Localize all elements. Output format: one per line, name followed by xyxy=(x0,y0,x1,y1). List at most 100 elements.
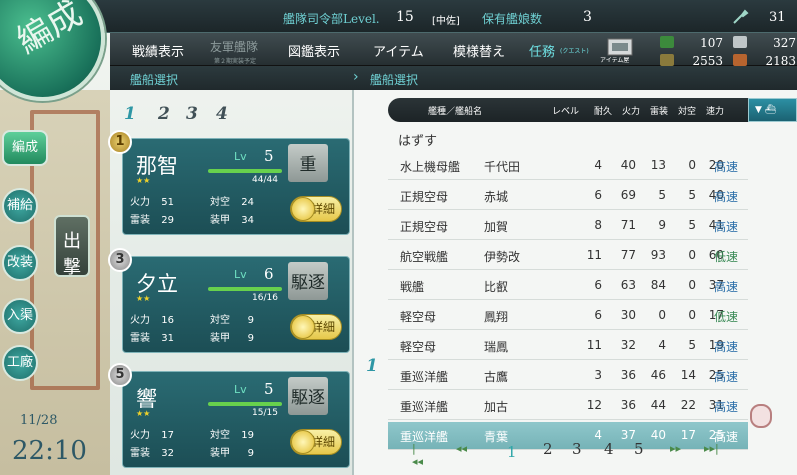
ship-speed: 高速 xyxy=(714,370,739,384)
ship-firepower: 84 xyxy=(650,278,666,292)
section-header: 艦船選択 › 艦船選択 xyxy=(110,66,797,90)
column-header-speed[interactable]: 速力 xyxy=(706,104,724,117)
tab-fleet-2[interactable]: 2 xyxy=(158,104,180,126)
level-value: 5 xyxy=(264,147,274,165)
ship-class-badge: 駆逐 xyxy=(288,377,328,415)
ship-name: 鳳翔 xyxy=(484,310,509,324)
sidebar-item-remodel[interactable]: 改装 xyxy=(2,245,38,281)
rarity-stars: ★★ xyxy=(136,409,151,418)
table-row[interactable]: 航空戦艦 伊勢改 11 77 93 0 60 低速 xyxy=(388,242,748,270)
level-label: Lv xyxy=(234,150,247,163)
ship-type: 戦艦 xyxy=(400,280,425,294)
ship-speed: 高速 xyxy=(714,160,739,174)
remove-ship-option[interactable]: はずす xyxy=(398,130,437,149)
lock-icon[interactable] xyxy=(750,404,772,428)
menu-items[interactable]: アイテム xyxy=(373,41,424,60)
stat-armor: 装甲 9 xyxy=(210,444,254,459)
detail-button[interactable]: 詳細 xyxy=(290,314,342,340)
ship-class-badge: 重 xyxy=(288,144,328,182)
stat-label: 対空 xyxy=(210,315,230,326)
table-row[interactable]: 軽空母 鳳翔 6 30 0 0 17 低速 xyxy=(388,302,748,330)
page-link[interactable]: 1 xyxy=(507,443,517,461)
ship-speed: 低速 xyxy=(714,250,739,264)
stat-torpedo: 雷装 29 xyxy=(130,211,174,226)
ship-level: 6 xyxy=(594,188,602,202)
chevron-right-icon: › xyxy=(353,69,359,85)
table-row[interactable]: 重巡洋艦 青葉 4 37 40 17 25 高速 xyxy=(388,422,748,450)
tab-fleet-3[interactable]: 3 xyxy=(186,104,208,126)
table-row[interactable]: 軽空母 瑞鳳 11 32 4 5 19 高速 xyxy=(388,332,748,360)
table-row[interactable]: 戦艦 比叡 6 63 84 0 37 高速 xyxy=(388,272,748,300)
menu-friend-fleet: 友軍艦隊 xyxy=(210,40,259,54)
first-page-icon[interactable]: |◂◂ xyxy=(412,442,423,468)
tab-fleet-4[interactable]: 4 xyxy=(216,104,238,126)
ship-name: 伊勢改 xyxy=(484,250,521,264)
menu-encyclopedia[interactable]: 図鑑表示 xyxy=(288,41,340,60)
ship-name: 古鷹 xyxy=(484,370,509,384)
ship-speed: 高速 xyxy=(714,340,739,354)
stat-label: 対空 xyxy=(210,430,230,441)
page-link[interactable]: 4 xyxy=(604,440,614,458)
table-row[interactable]: 重巡洋艦 古鷹 3 36 46 14 25 高速 xyxy=(388,362,748,390)
sidebar-item-organize[interactable]: 編成 xyxy=(2,130,48,166)
stat-torpedo: 雷装 31 xyxy=(130,329,174,344)
menu-furniture[interactable]: 模様替え xyxy=(453,41,505,60)
ship-type: 重巡洋艦 xyxy=(400,370,449,384)
stat-value: 16 xyxy=(161,315,174,326)
table-row[interactable]: 重巡洋艦 加古 12 36 44 22 31 高速 xyxy=(388,392,748,420)
tab-fleet-1[interactable]: 1 xyxy=(124,104,146,126)
table-row[interactable]: 正規空母 加賀 8 71 9 5 41 高速 xyxy=(388,212,748,240)
steel-value: 327 xyxy=(773,36,796,50)
column-header-torpedo[interactable]: 雷装 xyxy=(650,104,668,117)
sort-toggle-button[interactable]: ▼ ⛴ xyxy=(748,98,797,122)
last-page-icon[interactable]: ▸▸| xyxy=(704,442,719,455)
column-header-type-name[interactable]: 艦種／艦船名 xyxy=(428,104,482,117)
stat-value: 31 xyxy=(161,333,174,344)
table-row[interactable]: 正規空母 赤城 6 69 5 5 40 高速 xyxy=(388,182,748,210)
ship-card[interactable]: 3 夕立 ★★ Lv 6 16/16 駆逐 火力 16 対空 9 雷装 31 装甲 9 … xyxy=(108,248,350,353)
table-row[interactable]: 水上機母艦 千代田 4 40 13 0 20 高速 xyxy=(388,152,748,180)
sidebar-item-repair[interactable]: 入渠 xyxy=(2,298,38,334)
column-header-firepower[interactable]: 火力 xyxy=(622,104,640,117)
menu-quests[interactable]: 任務 xyxy=(529,41,555,60)
ship-name: 千代田 xyxy=(484,160,521,174)
stat-value: 24 xyxy=(241,197,254,208)
ship-card[interactable]: 1 那智 ★★ Lv 5 44/44 重 火力 51 対空 24 雷装 29 装甲 34… xyxy=(108,130,350,235)
ship-level: 11 xyxy=(586,338,602,352)
ship-hp: 69 xyxy=(620,188,636,202)
detail-button[interactable]: 詳細 xyxy=(290,196,342,222)
ship-hp: 77 xyxy=(620,248,636,262)
ship-hp: 71 xyxy=(620,218,636,232)
next-page-icon[interactable]: ▸▸ xyxy=(670,442,681,455)
stat-value: 9 xyxy=(247,315,254,326)
menu-battle-record[interactable]: 戦績表示 xyxy=(132,41,184,60)
page-link[interactable]: 5 xyxy=(634,440,644,458)
menu-quests-sub: (クエスト) xyxy=(560,48,589,55)
detail-button[interactable]: 詳細 xyxy=(290,429,342,455)
sidebar-item-supply[interactable]: 補給 xyxy=(2,188,38,224)
fleet-organization-screen: { "header": { "hq_label": "艦隊司令部Level.",… xyxy=(0,0,797,475)
ship-card[interactable]: 5 響 ★★ Lv 5 15/15 駆逐 火力 17 対空 19 雷装 32 装甲 9 … xyxy=(108,363,350,468)
page-link[interactable]: 2 xyxy=(543,440,553,458)
column-header-level[interactable]: レベル xyxy=(552,104,579,117)
prev-page-icon[interactable]: ◂◂ xyxy=(456,442,467,455)
column-header-hp[interactable]: 耐久 xyxy=(594,104,612,117)
section-title-right: 艦船選択 xyxy=(370,73,419,87)
hp-value: 16/16 xyxy=(252,293,278,303)
hp-value: 44/44 xyxy=(252,175,278,185)
stat-armor: 装甲 9 xyxy=(210,329,254,344)
ship-level: 3 xyxy=(594,368,602,382)
sidebar-item-arsenal[interactable]: 工廠 xyxy=(2,345,38,381)
bauxite-icon xyxy=(733,54,747,66)
column-header-aa[interactable]: 対空 xyxy=(678,104,696,117)
ship-name: 加賀 xyxy=(484,220,509,234)
stat-label: 雷装 xyxy=(130,333,150,344)
stat-label: 雷装 xyxy=(130,215,150,226)
ship-speed: 高速 xyxy=(714,190,739,204)
ship-type: 軽空母 xyxy=(400,310,437,324)
page-link[interactable]: 3 xyxy=(572,440,582,458)
ship-firepower: 13 xyxy=(650,158,666,172)
fuel-value: 107 xyxy=(700,36,723,50)
sortie-button[interactable]: 出撃 xyxy=(54,215,90,278)
ship-list-header: 艦種／艦船名 レベル 耐久 火力 雷装 対空 速力 xyxy=(388,98,748,122)
